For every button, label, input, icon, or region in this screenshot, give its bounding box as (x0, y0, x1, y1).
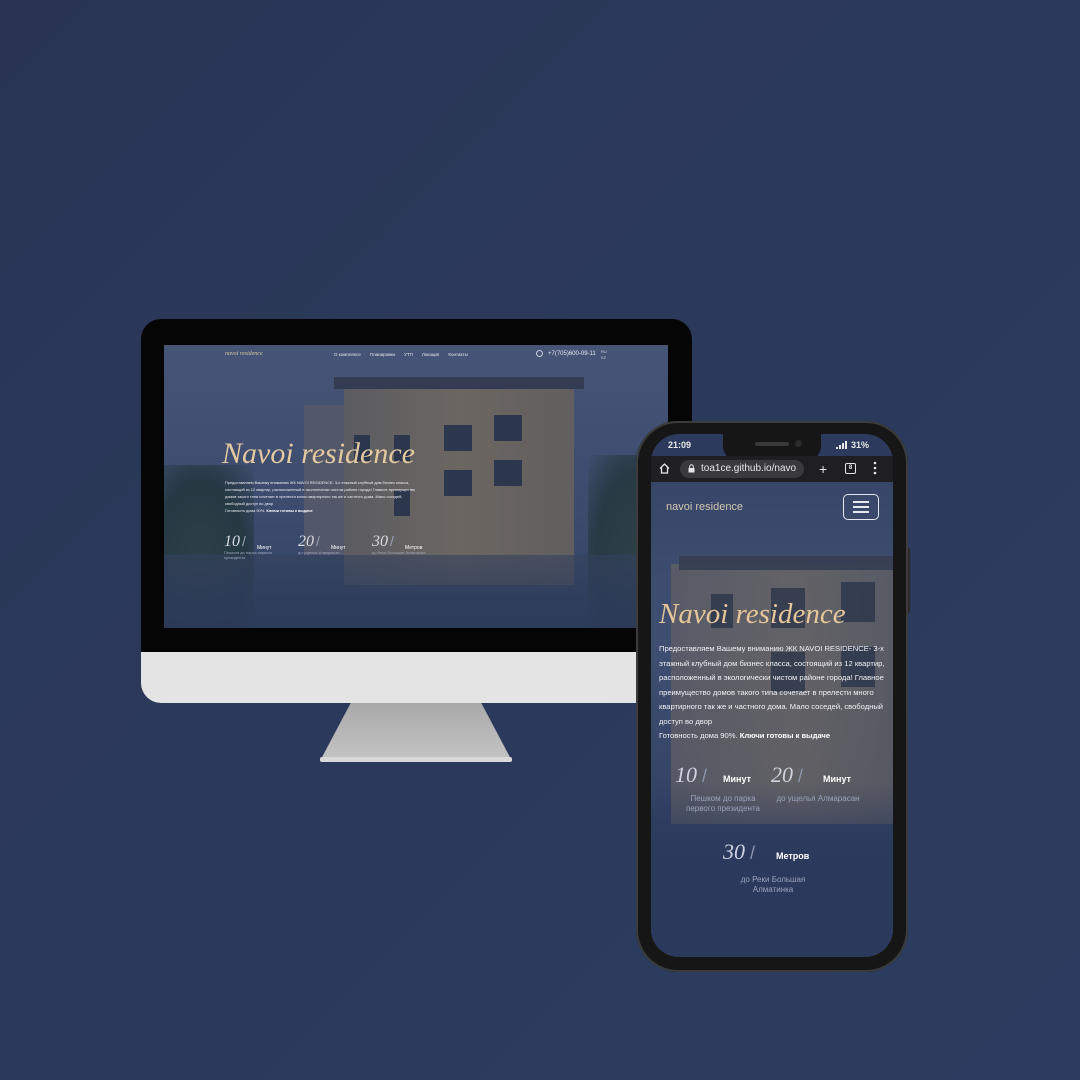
tabs-count-icon[interactable]: 8 (845, 463, 856, 474)
address-bar[interactable]: toa1ce.github.io/navo (680, 460, 804, 478)
phone-number[interactable]: +7(705)600-09-11 (548, 351, 596, 357)
stat-gorge: 20/ Минут до ущелья Алмарасан (771, 762, 860, 803)
browser-toolbar: toa1ce.github.io/navo + 8 (651, 456, 893, 482)
mobile-screen: 21:09 31% toa1ce.github.io/navo + 8 navo… (651, 434, 893, 957)
signal-icon (836, 441, 847, 449)
hamburger-menu-icon[interactable] (843, 494, 879, 520)
mobile-phone: 21:09 31% toa1ce.github.io/navo + 8 navo… (636, 421, 908, 972)
stat-park: 10/ Минут Пешком до парка первого презид… (675, 762, 760, 813)
stat-unit: Минут (823, 774, 851, 784)
stat-number: 20 (298, 533, 314, 550)
monitor-stand (320, 703, 512, 761)
stat-number: 30 (372, 533, 388, 550)
stat-park: 10/ Минут Пешком до парка первого презид… (224, 533, 284, 560)
stat-unit: Минут (331, 545, 346, 551)
monitor-frame: navoi residence О комплексе Планировки У… (141, 319, 692, 703)
stat-river: 30/ Метров до Реки Большая Алматинка (372, 533, 432, 555)
url-text: toa1ce.github.io/navo (701, 463, 797, 474)
stat-river: 30/ Метров до Реки Большая Алматинка (723, 839, 809, 894)
site-logo[interactable]: navoi residence (225, 351, 263, 357)
new-tab-icon[interactable]: + (819, 462, 827, 476)
status-time: 21:09 (668, 440, 692, 450)
stats-row: 10/ Минут Пешком до парка первого презид… (224, 533, 454, 573)
mobile-page: navoi residence Navoi residence Предоста… (651, 482, 893, 957)
stat-caption-line: первого президента (685, 804, 760, 813)
nav-item-contacts[interactable]: Контакты (448, 352, 467, 357)
nav-item-about[interactable]: О комплексе (334, 352, 361, 357)
hero-title: Navoi residence (659, 598, 846, 630)
stat-caption: до Реки Большая Алматинка (713, 875, 833, 895)
stat-number: 30 (723, 839, 745, 864)
stat-caption-line: Алматинка (752, 885, 794, 894)
description-text: Предоставляем Вашему вниманию ЖК NAVOI R… (659, 644, 885, 726)
stat-number: 10 (224, 533, 240, 550)
stat-caption: Пешком до парка первого президента (224, 550, 273, 560)
stat-caption: до ущелья Алмарасан (298, 550, 340, 555)
lock-icon (688, 464, 695, 473)
stat-unit: Минут (723, 774, 751, 784)
status-battery: 31% (851, 440, 870, 450)
slash-divider: / (390, 533, 394, 549)
slash-divider: / (316, 533, 320, 549)
stat-number: 20 (771, 762, 793, 787)
lang-kz[interactable]: KZ (601, 355, 607, 361)
site-logo[interactable]: navoi residence (666, 501, 743, 513)
stat-unit: Метров (405, 545, 423, 551)
monitor-chin (141, 652, 692, 703)
hero-description: Предоставляем Вашему вниманию ЖК NAVOI R… (225, 479, 420, 514)
readiness-text: Готовность дома 90%. (225, 508, 266, 513)
nav-item-layouts[interactable]: Планировки (370, 352, 395, 357)
hero-description: Предоставляем Вашему вниманию ЖК NAVOI R… (659, 642, 889, 744)
stat-caption: до ущелья Алмарасан (773, 794, 863, 804)
nav-item-location[interactable]: Локация (422, 352, 440, 357)
nav-menu: О комплексе Планировки УТП Локация Конта… (334, 352, 468, 357)
monitor-stand-base (320, 757, 512, 762)
stat-caption-line: Пешком до парка (690, 794, 756, 803)
desktop-screen: navoi residence О комплексе Планировки У… (164, 345, 668, 628)
stat-caption: до Реки Большая Алматинка (372, 550, 426, 555)
keys-text: Ключи готовы к выдаче (739, 731, 831, 740)
desktop-navbar: navoi residence О комплексе Планировки У… (164, 345, 668, 365)
hero-title: Navoi residence (222, 437, 415, 470)
slash-divider: / (242, 533, 246, 549)
slash-divider: / (750, 843, 756, 863)
home-icon[interactable] (659, 463, 670, 474)
speaker-grille (755, 442, 789, 446)
keys-text: Ключи готовы к выдаче (266, 508, 313, 513)
stat-caption-line: до ущелья Алмарасан (776, 794, 860, 803)
more-vertical-icon[interactable] (873, 461, 877, 475)
description-text: Предоставляем Вашему вниманию ЖК NAVOI R… (225, 480, 416, 506)
nav-item-utp[interactable]: УТП (404, 352, 413, 357)
phone-contact[interactable]: +7(705)600-09-11 (536, 350, 596, 357)
stat-gorge: 20/ Минут до ущелья Алмарасан (298, 533, 358, 555)
desktop-monitor: navoi residence О комплексе Планировки У… (141, 319, 692, 703)
stat-unit: Метров (776, 851, 810, 861)
phone-icon (536, 350, 543, 357)
stat-unit: Минут (257, 545, 272, 551)
stat-caption-line: до Реки Большая (740, 875, 806, 884)
slash-divider: / (798, 766, 804, 786)
stat-caption: Пешком до парка первого президента (675, 794, 771, 814)
stat-number: 10 (675, 762, 697, 787)
camera-icon (795, 440, 802, 447)
slash-divider: / (702, 766, 708, 786)
language-switcher: RU KZ (601, 349, 607, 361)
readiness-text: Готовность дома 90%. (659, 731, 738, 740)
